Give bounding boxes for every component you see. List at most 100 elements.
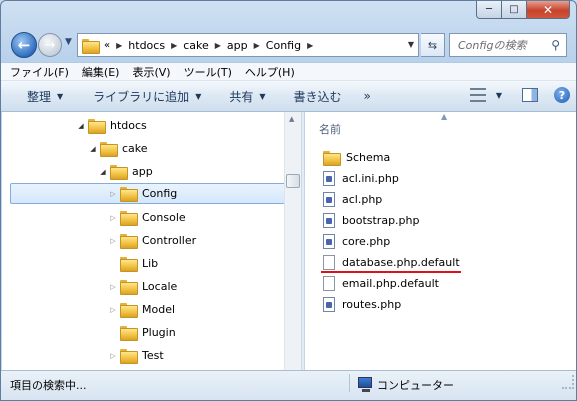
chevron-right-icon[interactable]: ▶ bbox=[171, 41, 177, 50]
folder-icon bbox=[120, 280, 138, 295]
scrollbar-thumb[interactable] bbox=[286, 174, 300, 188]
file-item-schema[interactable]: Schema bbox=[323, 147, 390, 167]
document-icon bbox=[323, 254, 335, 270]
menu-bar: ファイル(F) 編集(E) 表示(V) ツール(T) ヘルプ(H) bbox=[1, 62, 576, 81]
navigation-scrollbar[interactable]: ▲ bbox=[284, 112, 301, 370]
address-overflow[interactable]: « bbox=[104, 40, 110, 51]
recent-pages-button[interactable]: ▼ bbox=[65, 37, 72, 47]
file-item-acl-ini-php[interactable]: acl.ini.php bbox=[323, 168, 399, 188]
expanded-arrow-icon[interactable]: ◢ bbox=[98, 168, 108, 176]
collapsed-arrow-icon[interactable]: ▷ bbox=[108, 237, 118, 245]
help-icon[interactable]: ? bbox=[554, 87, 570, 103]
chevron-right-icon[interactable]: ▶ bbox=[116, 41, 122, 50]
preview-pane-icon[interactable] bbox=[522, 88, 538, 102]
folder-icon bbox=[120, 211, 138, 226]
tree-item-app[interactable]: ◢ app bbox=[98, 161, 153, 182]
file-item-bootstrap-php[interactable]: bootstrap.php bbox=[323, 210, 419, 230]
organize-button[interactable]: 整理 ▼ bbox=[19, 88, 71, 105]
scroll-up-arrow-icon[interactable]: ▲ bbox=[289, 115, 294, 123]
chevron-right-icon[interactable]: ▶ bbox=[254, 41, 260, 50]
breadcrumb-cake[interactable]: cake bbox=[183, 39, 209, 52]
tree-item-label: Console bbox=[142, 211, 186, 224]
file-item-acl-php[interactable]: acl.php bbox=[323, 189, 382, 209]
sort-ascending-icon: ▲ bbox=[441, 112, 448, 121]
maximize-button[interactable]: □ bbox=[502, 1, 527, 19]
column-header-name[interactable]: 名前 bbox=[319, 121, 341, 137]
chevron-right-icon[interactable]: ▶ bbox=[215, 41, 221, 50]
search-icon[interactable]: ⚲ bbox=[551, 38, 560, 52]
chevron-right-icon[interactable]: ▶ bbox=[307, 41, 313, 50]
php-file-icon bbox=[323, 212, 335, 228]
tree-item-test[interactable]: ▷ Test bbox=[108, 345, 164, 366]
tree-item-model[interactable]: ▷ Model bbox=[108, 299, 175, 320]
menu-view[interactable]: 表示(V) bbox=[132, 64, 170, 80]
tree-item-htdocs[interactable]: ◢ htdocs bbox=[76, 115, 147, 136]
folder-icon bbox=[82, 39, 100, 54]
menu-tools[interactable]: ツール(T) bbox=[184, 64, 232, 80]
file-name: Schema bbox=[346, 150, 391, 164]
collapsed-arrow-icon[interactable]: ▷ bbox=[108, 283, 118, 291]
right-arrow-icon: → bbox=[44, 37, 56, 53]
search-box[interactable]: ⚲ bbox=[449, 33, 567, 57]
folder-icon bbox=[120, 257, 138, 272]
pane-splitter[interactable] bbox=[301, 112, 304, 370]
burn-button[interactable]: 書き込む bbox=[286, 88, 350, 105]
more-button[interactable]: » bbox=[356, 89, 379, 103]
collapsed-arrow-icon[interactable]: ▷ bbox=[108, 306, 118, 314]
search-input[interactable] bbox=[458, 38, 544, 52]
tree-item-controller[interactable]: ▷ Controller bbox=[108, 230, 196, 251]
breadcrumb-app[interactable]: app bbox=[227, 39, 248, 52]
add-to-library-label: ライブラリに追加 bbox=[93, 89, 190, 104]
php-file-icon bbox=[323, 233, 335, 249]
navigation-pane[interactable]: ◢ htdocs ◢ cake ◢ app ▷ Config ▷ Console… bbox=[2, 112, 300, 370]
file-name: acl.ini.php bbox=[342, 171, 399, 185]
breadcrumb-htdocs[interactable]: htdocs bbox=[128, 39, 165, 52]
tree-item-label: cake bbox=[122, 142, 148, 155]
minimize-button[interactable]: ─ bbox=[476, 1, 502, 19]
file-item-core-php[interactable]: core.php bbox=[323, 231, 390, 251]
tree-item-label: Locale bbox=[142, 280, 178, 293]
menu-file[interactable]: ファイル(F) bbox=[10, 64, 69, 80]
command-bar: 整理 ▼ ライブラリに追加 ▼ 共有 ▼ 書き込む » ▼ ? bbox=[1, 81, 576, 112]
folder-icon bbox=[120, 187, 138, 202]
tree-item-label: app bbox=[132, 165, 153, 178]
folder-icon bbox=[110, 165, 128, 180]
php-file-icon bbox=[323, 191, 335, 207]
tree-item-config[interactable]: ▷ Config bbox=[10, 183, 286, 204]
address-bar[interactable]: « ▶ htdocs ▶ cake ▶ app ▶ Config ▶ ▼ bbox=[77, 33, 419, 57]
file-item-database-php-default[interactable]: database.php.default bbox=[323, 252, 460, 272]
file-item-routes-php[interactable]: routes.php bbox=[323, 294, 401, 314]
file-item-email-php-default[interactable]: email.php.default bbox=[323, 273, 439, 293]
folder-icon bbox=[323, 150, 341, 166]
resize-grip[interactable] bbox=[562, 375, 574, 389]
back-button[interactable]: ← bbox=[11, 32, 37, 58]
address-dropdown-icon[interactable]: ▼ bbox=[408, 40, 414, 49]
tree-item-lib[interactable]: Lib bbox=[108, 253, 158, 274]
collapsed-arrow-icon[interactable]: ▷ bbox=[108, 352, 118, 360]
menu-edit[interactable]: 編集(E) bbox=[82, 64, 120, 80]
share-button[interactable]: 共有 ▼ bbox=[221, 88, 273, 105]
add-to-library-button[interactable]: ライブラリに追加 ▼ bbox=[85, 88, 209, 105]
breadcrumb-config[interactable]: Config bbox=[266, 39, 301, 52]
collapsed-arrow-icon[interactable]: ▷ bbox=[108, 214, 118, 222]
expanded-arrow-icon[interactable]: ◢ bbox=[76, 122, 86, 130]
file-list-pane[interactable]: ▲ 名前 Schema acl.ini.php acl.php bootstra… bbox=[305, 112, 576, 370]
refresh-button[interactable]: ⇆ bbox=[421, 33, 445, 57]
menu-help[interactable]: ヘルプ(H) bbox=[245, 64, 295, 80]
tree-item-cake[interactable]: ◢ cake bbox=[88, 138, 148, 159]
tree-item-console[interactable]: ▷ Console bbox=[108, 207, 186, 228]
collapsed-arrow-icon[interactable]: ▷ bbox=[108, 190, 118, 198]
explorer-window: ─ □ ✕ ← → ▼ « ▶ htdocs ▶ cake ▶ app ▶ Co… bbox=[0, 0, 577, 401]
tree-item-locale[interactable]: ▷ Locale bbox=[108, 276, 177, 297]
organize-label: 整理 bbox=[27, 89, 52, 104]
chevron-down-icon[interactable]: ▼ bbox=[496, 91, 502, 100]
document-icon bbox=[323, 275, 335, 291]
expanded-arrow-icon[interactable]: ◢ bbox=[88, 145, 98, 153]
forward-button[interactable]: → bbox=[38, 33, 62, 57]
tree-item-plugin[interactable]: Plugin bbox=[108, 322, 176, 343]
tree-item-label: Config bbox=[142, 187, 178, 200]
file-name: database.php.default bbox=[342, 255, 460, 269]
view-icon[interactable] bbox=[469, 88, 486, 102]
close-button[interactable]: ✕ bbox=[527, 1, 570, 19]
folder-icon bbox=[88, 119, 106, 134]
